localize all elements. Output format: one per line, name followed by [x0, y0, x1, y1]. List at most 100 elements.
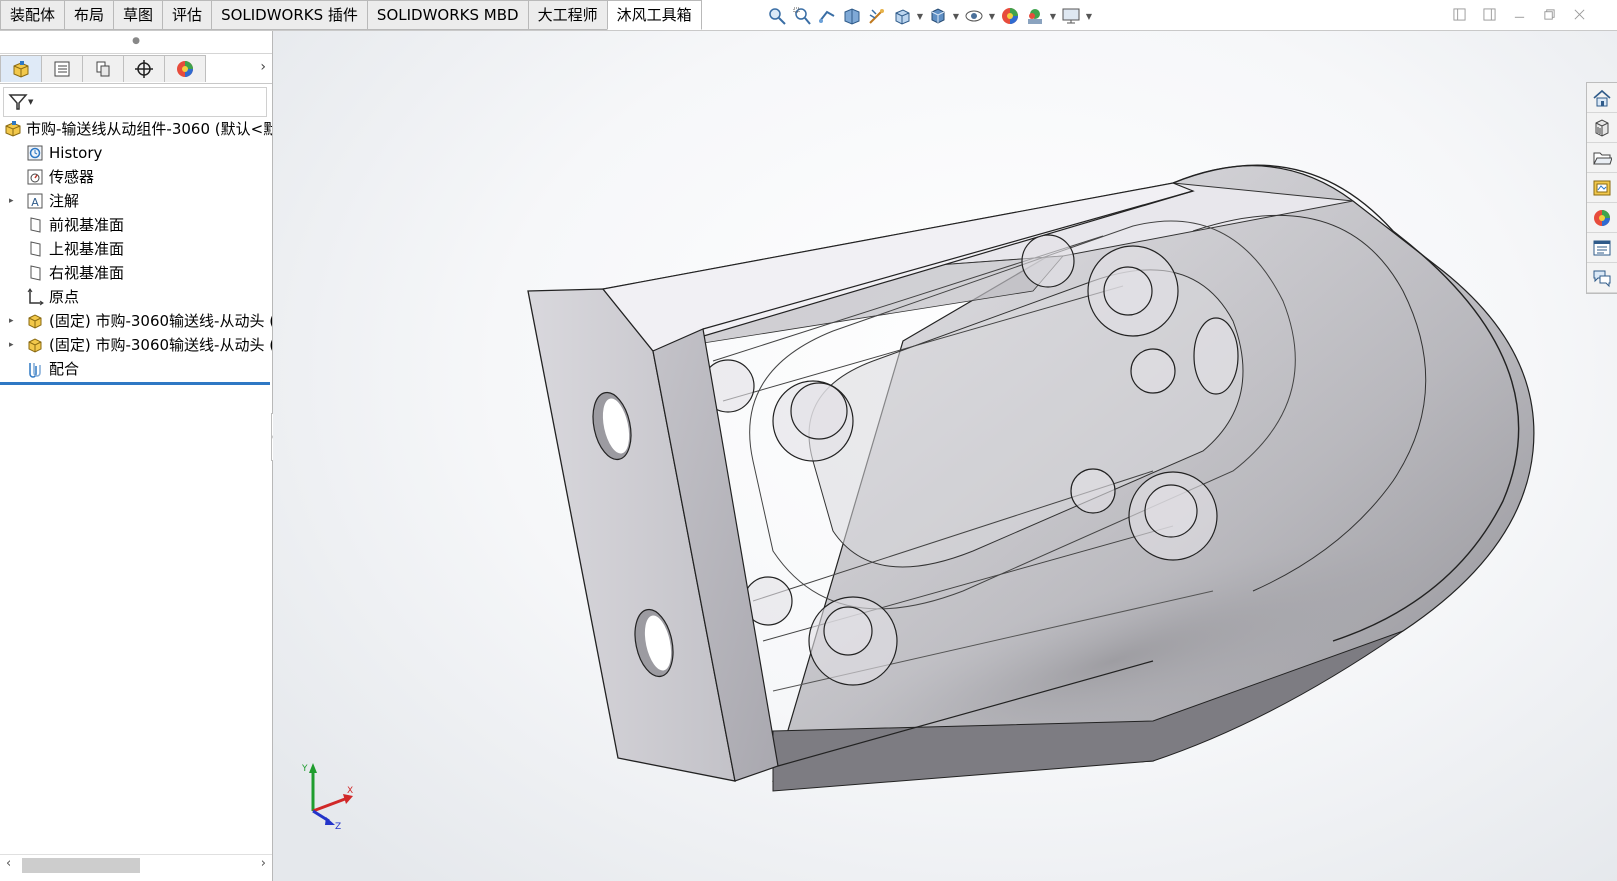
- sensor-icon: [26, 168, 44, 186]
- expand-arrow-icon[interactable]: ▸: [9, 333, 19, 357]
- apply-scene-icon[interactable]: [1024, 5, 1046, 27]
- tab-da-gongchengshi[interactable]: 大工程师: [527, 0, 607, 30]
- tree-filter[interactable]: ▼: [3, 87, 267, 117]
- dynamic-annotation-icon[interactable]: [866, 5, 888, 27]
- tree-item-component-2[interactable]: ▸ (固定) 市购-3060输送线-从动头 (: [0, 333, 272, 357]
- tab-assembly[interactable]: 装配体: [0, 0, 65, 30]
- tree-item-label: (固定) 市购-3060输送线-从动头 (: [49, 336, 272, 354]
- edit-appearance-icon[interactable]: [999, 5, 1021, 27]
- tree-item-label: 前视基准面: [49, 216, 125, 234]
- tab-mufeng-toolbox[interactable]: 沐风工具箱: [606, 0, 702, 30]
- close-icon[interactable]: [1571, 6, 1587, 22]
- plane-icon: [26, 216, 44, 234]
- tree-item-history[interactable]: History: [0, 141, 272, 165]
- minimize-icon[interactable]: [1511, 6, 1527, 22]
- filter-icon: [8, 94, 28, 110]
- tree-item-label: 注解: [49, 192, 80, 210]
- tree-item-label: (固定) 市购-3060输送线-从动头 (: [49, 312, 272, 330]
- tree-item-label: 上视基准面: [49, 240, 125, 258]
- chevron-down-icon[interactable]: ▼: [988, 12, 996, 21]
- tree-item-front-plane[interactable]: 前视基准面: [0, 213, 272, 237]
- tile-right-icon[interactable]: [1481, 6, 1497, 22]
- tab-solidworks-addins[interactable]: SOLIDWORKS 插件: [211, 0, 367, 30]
- document-window-controls: [1451, 6, 1587, 22]
- task-pane-tabs: [1586, 82, 1617, 294]
- crosshair-icon: [135, 60, 153, 78]
- view-orientation-icon[interactable]: [891, 5, 913, 27]
- previous-view-icon[interactable]: [816, 5, 838, 27]
- triad-x-label: X: [347, 786, 353, 796]
- coordinate-triad: Y X Z: [301, 763, 353, 829]
- chevron-right-icon[interactable]: ›: [260, 59, 266, 75]
- svg-text:A: A: [31, 196, 39, 209]
- design-library-icon[interactable]: [1587, 113, 1617, 143]
- tree-item-sensors[interactable]: 传感器: [0, 165, 272, 189]
- feature-manager-panel: ● › ▼ 市购-输送线从动组件-3060 (默认<默 History 传感器 …: [0, 31, 273, 881]
- heads-up-view-toolbar: ▼ ▼ ▼ ▼ ▼: [766, 4, 1093, 28]
- propertymanager-tab[interactable]: [41, 55, 83, 82]
- plane-icon: [26, 240, 44, 258]
- part-icon: [26, 312, 44, 330]
- section-view-icon[interactable]: [841, 5, 863, 27]
- tree-item-right-plane[interactable]: 右视基准面: [0, 261, 272, 285]
- home-icon[interactable]: [1587, 83, 1617, 113]
- appearances-icon[interactable]: [1587, 203, 1617, 233]
- assembly-model[interactable]: [273, 31, 1617, 881]
- tree-item-component-1[interactable]: ▸ (固定) 市购-3060输送线-从动头 (: [0, 309, 272, 333]
- tree-root-label: 市购-输送线从动组件-3060 (默认<默: [26, 120, 272, 138]
- tree-item-label: History: [49, 144, 103, 162]
- custom-properties-icon[interactable]: [1587, 233, 1617, 263]
- chevron-down-icon[interactable]: ▼: [1049, 12, 1057, 21]
- triad-y-label: Y: [301, 764, 308, 774]
- annotation-icon: A: [26, 192, 44, 210]
- origin-icon: [26, 288, 44, 306]
- tree-item-annotations[interactable]: ▸ A 注解: [0, 189, 272, 213]
- graphics-area[interactable]: Y X Z: [273, 31, 1617, 881]
- displaymanager-tab[interactable]: [164, 55, 206, 82]
- view-palette-icon[interactable]: [1587, 173, 1617, 203]
- chevron-down-icon[interactable]: ▼: [952, 12, 960, 21]
- scrollbar-thumb[interactable]: [22, 858, 140, 873]
- expand-arrow-icon[interactable]: ▸: [9, 189, 19, 213]
- tree-item-origin[interactable]: 原点: [0, 285, 272, 309]
- chevron-down-icon[interactable]: ▼: [1085, 12, 1093, 21]
- display-style-icon[interactable]: [927, 5, 949, 27]
- plane-icon: [26, 264, 44, 282]
- appearance-ball-icon: [177, 61, 193, 77]
- restore-icon[interactable]: [1541, 6, 1557, 22]
- assembly-icon: [4, 120, 22, 138]
- tab-solidworks-mbd[interactable]: SOLIDWORKS MBD: [366, 0, 528, 30]
- tile-left-icon[interactable]: [1451, 6, 1467, 22]
- file-explorer-icon[interactable]: [1587, 143, 1617, 173]
- tree-item-label: 配合: [49, 360, 80, 378]
- tree-root-assembly[interactable]: 市购-输送线从动组件-3060 (默认<默: [0, 117, 272, 141]
- horizontal-scrollbar[interactable]: ‹ ›: [0, 854, 272, 875]
- panel-grip[interactable]: ●: [0, 31, 272, 54]
- forum-icon[interactable]: [1587, 263, 1617, 293]
- hide-show-items-icon[interactable]: [963, 5, 985, 27]
- dimxpertmanager-tab[interactable]: [123, 55, 165, 82]
- tab-evaluate[interactable]: 评估: [162, 0, 212, 30]
- mates-icon: [26, 360, 44, 378]
- tree-item-label: 右视基准面: [49, 264, 125, 282]
- tab-layout[interactable]: 布局: [64, 0, 114, 30]
- command-tabs: 装配体 布局 草图 评估 SOLIDWORKS 插件 SOLIDWORKS MB…: [0, 0, 702, 30]
- part-icon: [26, 336, 44, 354]
- chevron-down-icon[interactable]: ▼: [916, 12, 924, 21]
- triad-z-label: Z: [335, 822, 341, 829]
- scroll-left-icon[interactable]: ‹: [6, 856, 11, 871]
- property-list-icon: [54, 61, 70, 77]
- feature-tree: 市购-输送线从动组件-3060 (默认<默 History 传感器 ▸ A 注解: [0, 117, 272, 385]
- tree-end-marker[interactable]: [0, 382, 270, 385]
- scroll-right-icon[interactable]: ›: [261, 856, 266, 871]
- zoom-to-area-icon[interactable]: [791, 5, 813, 27]
- featuremanager-tab[interactable]: [0, 55, 42, 82]
- tree-item-top-plane[interactable]: 上视基准面: [0, 237, 272, 261]
- tree-item-label: 原点: [49, 288, 80, 306]
- zoom-to-fit-icon[interactable]: [766, 5, 788, 27]
- tree-item-mates[interactable]: 配合: [0, 357, 272, 381]
- tab-sketch[interactable]: 草图: [113, 0, 163, 30]
- view-settings-icon[interactable]: [1060, 5, 1082, 27]
- expand-arrow-icon[interactable]: ▸: [9, 309, 19, 333]
- configurationmanager-tab[interactable]: [82, 55, 124, 82]
